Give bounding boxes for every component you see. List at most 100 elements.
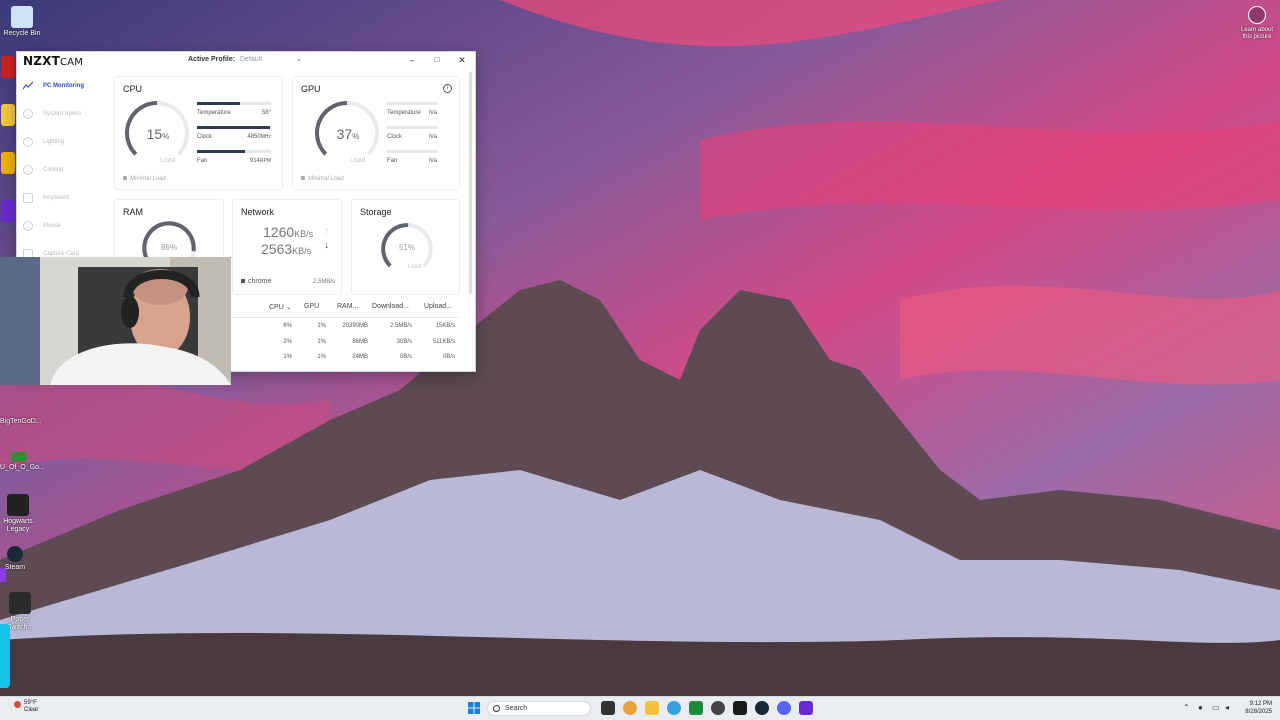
gpu-temperature-bar xyxy=(387,102,437,105)
cpu-card[interactable]: CPU 15% Load Temperature 58° Clock 4850MHz… xyxy=(114,76,283,190)
lightbulb-icon xyxy=(23,137,33,147)
sidebar-item-lighting[interactable]: Lighting xyxy=(17,131,106,153)
potter-icon xyxy=(9,592,31,614)
desktop-icon-hogwarts[interactable]: Hogwarts Legacy xyxy=(0,494,36,534)
discord-icon[interactable] xyxy=(777,701,791,715)
webcam-overlay xyxy=(0,257,231,385)
cpu-fan-bar xyxy=(197,150,271,153)
chrome-icon[interactable] xyxy=(623,701,637,715)
gpu-load-label: Load xyxy=(350,157,366,164)
storage-load-label: Load xyxy=(408,264,422,270)
camera-icon xyxy=(1248,6,1266,24)
sidebar-item-cooling[interactable]: Cooling xyxy=(17,159,106,181)
folder-icon xyxy=(1,104,15,126)
gpu-load-value: 37% xyxy=(336,126,360,142)
ram-title: RAM xyxy=(123,207,143,217)
fan-icon xyxy=(23,165,33,175)
learn-about-picture[interactable]: Learn about this picture xyxy=(1238,6,1276,41)
edge-icon[interactable] xyxy=(667,701,681,715)
excel-icon[interactable] xyxy=(689,701,703,715)
desktop-icon-bigten[interactable]: BigTenGoD... xyxy=(0,418,42,426)
maximize-button[interactable]: □ xyxy=(430,54,444,66)
network-card[interactable]: Network 1260KB/s 2563KB/s ↑ ↓ chrome 2.5… xyxy=(232,199,342,295)
taskbar-clock[interactable]: 9:12 PM 8/28/2025 xyxy=(1236,700,1272,716)
network-download-value: 2563KB/s xyxy=(261,241,312,257)
volume-icon[interactable]: ◂ xyxy=(1225,703,1229,712)
desktop-icon-recycle-bin[interactable]: Recycle Bin xyxy=(0,6,44,38)
column-header-download[interactable]: Download... xyxy=(372,303,409,315)
chevron-up-icon[interactable]: ⌃ xyxy=(1183,703,1190,712)
search-icon xyxy=(493,705,500,712)
nzxt-icon xyxy=(1,200,15,222)
steam-icon xyxy=(7,546,23,562)
app-icon[interactable] xyxy=(711,701,725,715)
cpu-load-label: Load xyxy=(160,157,176,164)
sidebar-item-pc-monitoring[interactable]: PC Monitoring xyxy=(17,75,106,97)
file-explorer-icon[interactable] xyxy=(645,701,659,715)
weather-widget[interactable]: 59°F Clear xyxy=(14,700,38,714)
steam-icon[interactable] xyxy=(755,701,769,715)
side-panel-tab[interactable] xyxy=(0,624,10,688)
download-arrow-icon: ↓ xyxy=(324,240,329,251)
column-header-cpu[interactable]: CPU ⌄ xyxy=(269,303,292,315)
close-button[interactable]: ✕ xyxy=(455,54,469,66)
cpu-load-value: 15% xyxy=(146,126,170,142)
recycle-bin-icon xyxy=(11,6,33,28)
chevron-down-icon: ⌄ xyxy=(296,56,302,63)
network-upload-value: 1260KB/s xyxy=(263,224,314,240)
desktop-icon-folder[interactable] xyxy=(0,104,16,128)
windows-icon xyxy=(468,702,480,714)
desktop-icon-amd[interactable] xyxy=(0,56,16,80)
amd-icon xyxy=(1,56,15,78)
column-header-ram[interactable]: RAM... xyxy=(337,303,358,315)
scrollbar[interactable] xyxy=(469,72,472,294)
nzxt-cam-icon[interactable] xyxy=(799,701,813,715)
side-handle[interactable] xyxy=(0,568,6,582)
desktop-icon-roblox[interactable] xyxy=(0,152,16,176)
network-top-process-value: 2.5MB/s xyxy=(312,279,335,285)
storage-card[interactable]: Storage 51% Load xyxy=(351,199,460,295)
taskbar: 59°F Clear Search ⌃ ● ▭ ◂ 9:12 PM 8/28/2… xyxy=(0,696,1280,720)
start-button[interactable] xyxy=(467,701,481,715)
sort-down-icon: ⌄ xyxy=(285,304,292,311)
gpu-fan-row: Fan n/a xyxy=(387,158,437,164)
gpu-status: Minimal Load xyxy=(301,176,344,182)
keyboard-icon xyxy=(23,193,33,203)
cpu-title: CPU xyxy=(123,84,143,94)
network-icon[interactable]: ▭ xyxy=(1212,703,1220,712)
cpu-fan-row: Fan 914RPM xyxy=(197,158,271,164)
desktop-icon-nzxt[interactable] xyxy=(0,200,16,224)
gpu-fan-bar xyxy=(387,150,437,153)
upload-arrow-icon: ↑ xyxy=(324,226,329,237)
table-row[interactable]: 1% 1% 24MB 0B/s 0B/s xyxy=(232,354,458,368)
storage-value: 51% xyxy=(398,243,415,252)
desktop-icon-uofo[interactable]: U_Of_O_Go... xyxy=(0,452,45,472)
table-row[interactable]: 2% 1% 86MB 30B/s 511KB/s xyxy=(232,339,458,353)
hogwarts-icon xyxy=(7,494,29,516)
profile-dropdown[interactable]: Default ⌄ xyxy=(240,56,302,63)
cpu-status: Minimal Load xyxy=(123,176,166,182)
taskbar-search[interactable]: Search xyxy=(487,701,591,716)
sidebar-item-keyboard[interactable]: Keyboard xyxy=(17,187,106,209)
microphone-icon[interactable]: ● xyxy=(1198,703,1203,712)
epic-games-icon[interactable] xyxy=(733,701,747,715)
task-view-icon[interactable] xyxy=(601,701,615,715)
column-header-gpu[interactable]: GPU xyxy=(304,303,319,315)
gpu-card[interactable]: GPU i 37% Load Temperature n/a Clock n/a F… xyxy=(292,76,460,190)
weather-icon xyxy=(14,701,21,708)
cpu-temperature-bar xyxy=(197,102,271,105)
sidebar-item-mouse[interactable]: Mouse xyxy=(17,215,106,237)
roblox-icon xyxy=(1,152,15,174)
nzxt-logo: NZXTCAM xyxy=(23,53,84,68)
app-icon xyxy=(11,452,27,462)
table-row[interactable]: 6% 1% 20390MB 2.5MB/s 15KB/s xyxy=(232,323,458,337)
info-icon[interactable]: i xyxy=(443,84,452,93)
gpu-clock-bar xyxy=(387,126,437,129)
gpu-clock-row: Clock n/a xyxy=(387,134,437,140)
sidebar-item-system-specs[interactable]: System Specs xyxy=(17,103,106,125)
gpu-title: GPU xyxy=(301,84,321,94)
column-header-upload[interactable]: Upload... xyxy=(424,303,452,315)
minimize-button[interactable]: – xyxy=(405,54,419,66)
active-profile-label: Active Profile: xyxy=(188,56,236,63)
mouse-icon xyxy=(23,221,33,231)
